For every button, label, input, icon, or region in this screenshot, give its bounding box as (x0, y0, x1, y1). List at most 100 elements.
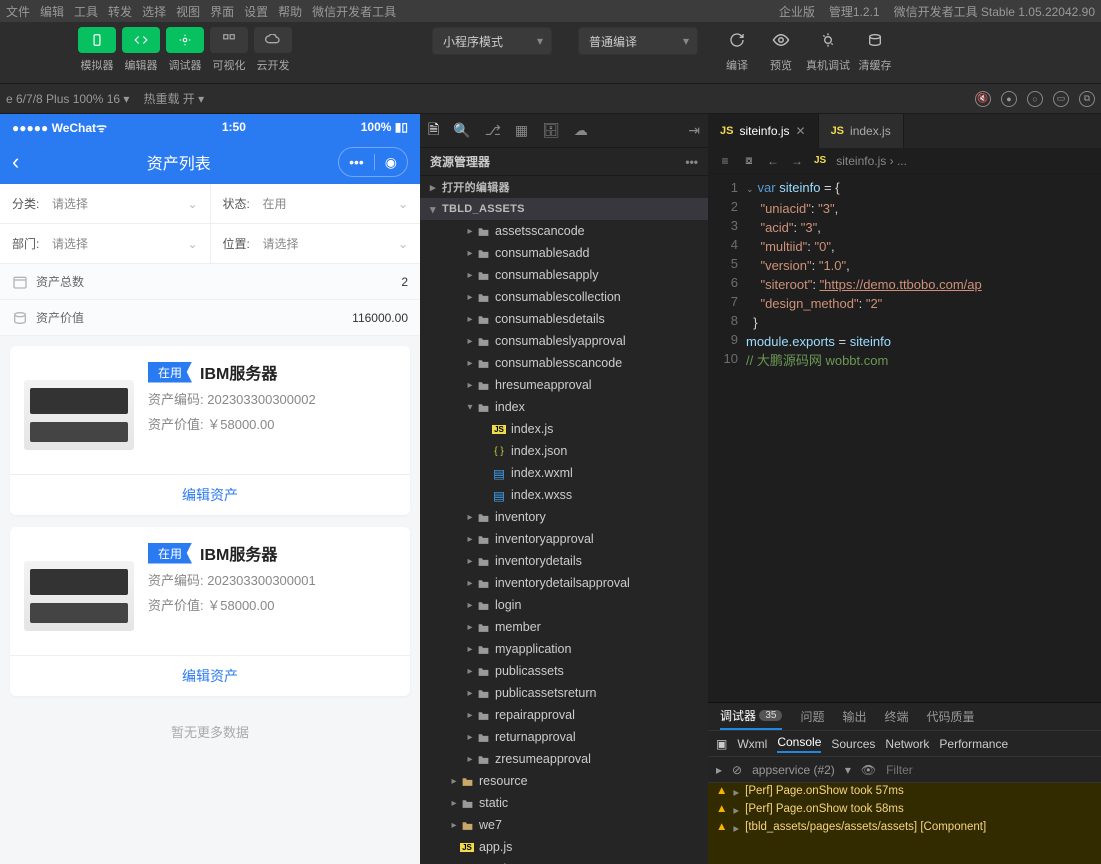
quality-tab[interactable]: 代码质量 (927, 708, 975, 725)
tree-row[interactable]: ▸consumablesapply (420, 264, 708, 286)
asset-card[interactable]: 在用IBM服务器 资产编码: 202303300300001 资产价值: ￥58… (10, 527, 410, 696)
play-icon[interactable]: ▸ (716, 763, 722, 777)
tree-row[interactable]: ▾index (420, 396, 708, 418)
tab-index[interactable]: JSindex.js (819, 114, 904, 148)
back-icon[interactable]: ‹ (12, 149, 19, 175)
tree-row[interactable]: JSindex.js (420, 418, 708, 440)
menu-item[interactable]: 界面 (210, 3, 234, 20)
eye-icon[interactable]: 👁 (861, 763, 876, 777)
menu-item[interactable]: 微信开发者工具 (312, 3, 396, 20)
tree-row[interactable]: ▸myapplication (420, 638, 708, 660)
filter-input[interactable] (886, 763, 1093, 777)
root-folder[interactable]: ▾TBLD_ASSETS (420, 198, 708, 220)
tree-row[interactable]: ▤index.wxss (420, 484, 708, 506)
tree-row[interactable]: ▸resource (420, 770, 708, 792)
debugger-button[interactable] (166, 27, 204, 53)
copy-icon[interactable]: ⧉ (1079, 91, 1095, 107)
tree-row[interactable]: ▸consumableslyapproval (420, 330, 708, 352)
tree-row[interactable]: ▸login (420, 594, 708, 616)
tree-row[interactable]: ▤index.wxml (420, 462, 708, 484)
asset-card[interactable]: 在用IBM服务器 资产编码: 202303300300002 资产价值: ￥58… (10, 346, 410, 515)
cloud-button[interactable] (254, 27, 292, 53)
menu-item[interactable]: 视图 (176, 3, 200, 20)
tree-row[interactable]: ▸repairapproval (420, 704, 708, 726)
breadcrumb[interactable]: siteinfo.js › ... (836, 154, 907, 168)
target-icon[interactable]: ◉ (375, 154, 407, 171)
output-tab[interactable]: 输出 (843, 708, 867, 725)
filter-location[interactable]: 位置:请选择⌄ (210, 224, 421, 263)
more-icon[interactable]: ••• (685, 155, 698, 169)
menu-item[interactable]: 编辑 (40, 3, 64, 20)
branch-icon[interactable]: ⎇ (485, 122, 501, 139)
compile-select[interactable]: 普通编译 (578, 27, 698, 55)
more-icon[interactable]: ••• (339, 154, 374, 170)
menu-item[interactable]: 设置 (244, 3, 268, 20)
tree-row[interactable]: { }index.json (420, 440, 708, 462)
tree-row[interactable]: ▸member (420, 616, 708, 638)
tree-row[interactable]: ▸inventoryapproval (420, 528, 708, 550)
filter-dept[interactable]: 部门:请选择⌄ (0, 224, 210, 263)
issues-tab[interactable]: 问题 (800, 708, 824, 725)
remote-debug-button[interactable] (809, 27, 847, 53)
record-icon[interactable]: ● (1001, 91, 1017, 107)
phone-icon[interactable]: ▭ (1053, 91, 1069, 107)
close-icon[interactable]: ✕ (796, 124, 806, 138)
console-tab[interactable]: Console (777, 735, 821, 753)
device-select[interactable]: e 6/7/8 Plus 100% 16 ▾ (6, 92, 129, 106)
tree-row[interactable]: ▸returnapproval (420, 726, 708, 748)
menu-item[interactable]: 转发 (108, 3, 132, 20)
network-tab[interactable]: Network (885, 737, 929, 751)
tree-row[interactable]: ▸consumablesscancode (420, 352, 708, 374)
context-select[interactable]: appservice (#2) (752, 763, 835, 777)
grid-icon[interactable]: ▦ (515, 122, 528, 139)
clear-cache-button[interactable] (856, 27, 894, 53)
tree-row[interactable]: ▸consumablesdetails (420, 308, 708, 330)
code-editor[interactable]: 12345678910 ⌄var siteinfo = { "uniacid":… (708, 174, 1101, 702)
performance-tab[interactable]: Performance (939, 737, 1008, 751)
hotreload-select[interactable]: 热重载 开 ▾ (143, 90, 204, 107)
exit-icon[interactable]: ⇥ (688, 122, 700, 139)
debugger-tab[interactable]: 调试器 35 (720, 703, 782, 730)
edit-asset-button[interactable]: 编辑资产 (10, 655, 410, 696)
editor-button[interactable] (122, 27, 160, 53)
tree-row[interactable]: ▸static (420, 792, 708, 814)
sources-tab[interactable]: Sources (831, 737, 875, 751)
tree-row[interactable]: ▸zresumeapproval (420, 748, 708, 770)
cloud-icon[interactable]: ☁ (574, 122, 588, 139)
filter-status[interactable]: 状态:在用⌄ (210, 184, 421, 223)
tree-row[interactable]: ▸hresumeapproval (420, 374, 708, 396)
filter-category[interactable]: 分类:请选择⌄ (0, 184, 210, 223)
open-editors-section[interactable]: ▸打开的编辑器 (420, 176, 708, 198)
visual-button[interactable] (210, 27, 248, 53)
tree-row[interactable]: ▸publicassetsreturn (420, 682, 708, 704)
bookmark-icon[interactable]: ⧇ (742, 153, 756, 168)
db-icon[interactable]: 🗄 (542, 122, 560, 139)
mute-icon[interactable]: 🔇 (975, 91, 991, 107)
tree-row[interactable]: { }app.json (420, 858, 708, 864)
clear-icon[interactable]: ⊘ (732, 763, 742, 777)
wxml-tab[interactable]: Wxml (737, 737, 767, 751)
capsule[interactable]: •••◉ (338, 147, 408, 177)
search-icon[interactable]: 🔍 (453, 122, 470, 139)
stop-icon[interactable]: ○ (1027, 91, 1043, 107)
edit-asset-button[interactable]: 编辑资产 (10, 474, 410, 515)
menu-item[interactable]: 文件 (6, 3, 30, 20)
inspect-icon[interactable]: ▣ (716, 737, 727, 751)
list-icon[interactable]: ≡ (718, 154, 732, 168)
terminal-tab[interactable]: 终端 (885, 708, 909, 725)
tree-row[interactable]: ▸inventorydetails (420, 550, 708, 572)
tree-row[interactable]: ▸consumablescollection (420, 286, 708, 308)
tree-row[interactable]: ▸inventory (420, 506, 708, 528)
menu-item[interactable]: 工具 (74, 3, 98, 20)
tree-row[interactable]: ▸consumablesadd (420, 242, 708, 264)
tree-row[interactable]: ▸publicassets (420, 660, 708, 682)
preview-button[interactable] (762, 27, 800, 53)
simulator-button[interactable] (78, 27, 116, 53)
tree-row[interactable]: JSapp.js (420, 836, 708, 858)
menu-item[interactable]: 帮助 (278, 3, 302, 20)
tree-row[interactable]: ▸inventorydetailsapproval (420, 572, 708, 594)
mode-select[interactable]: 小程序模式 (432, 27, 552, 55)
nav-fwd-icon[interactable]: → (790, 154, 804, 168)
files-icon[interactable]: 🗎 (428, 119, 439, 143)
tab-siteinfo[interactable]: JSsiteinfo.js✕ (708, 114, 819, 148)
